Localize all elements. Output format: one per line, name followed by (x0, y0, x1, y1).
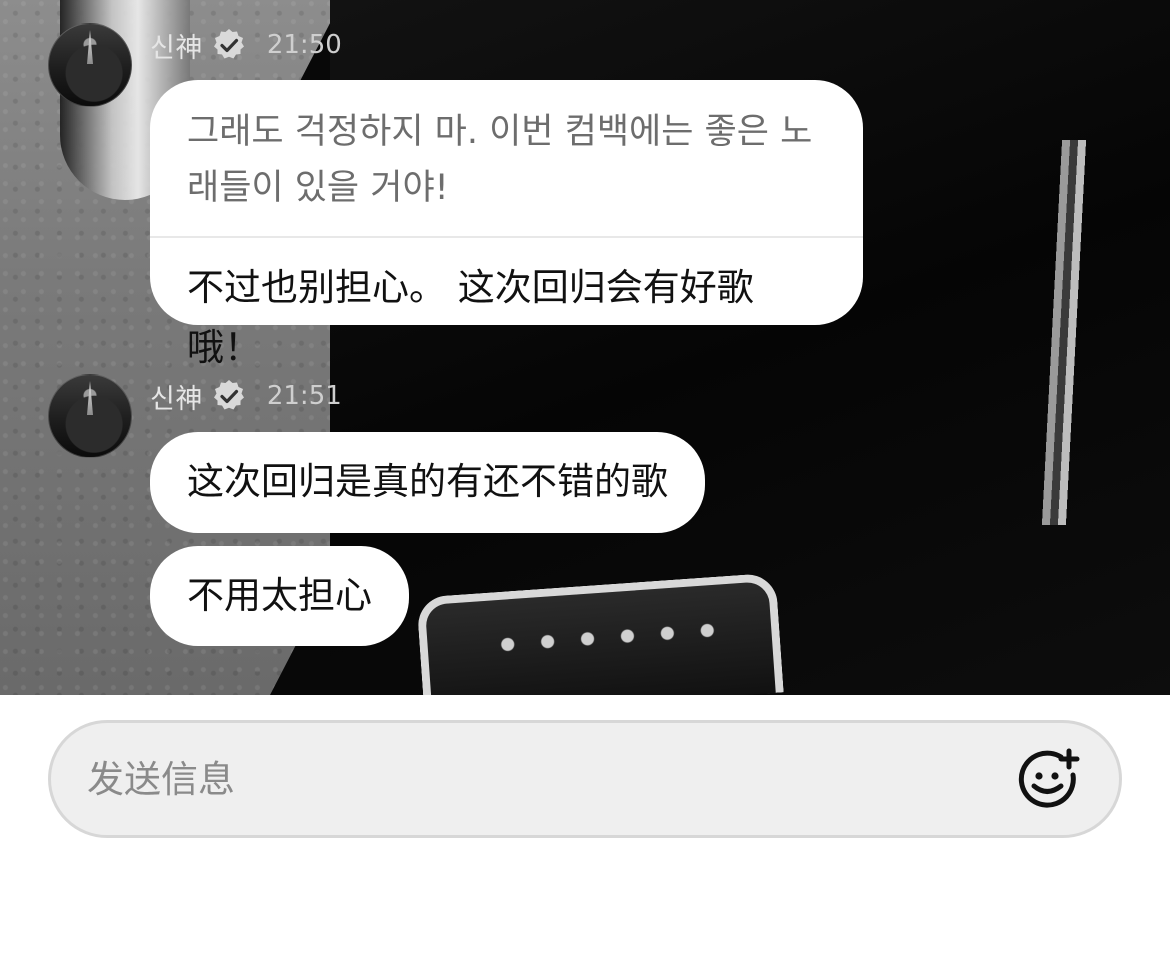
sender-name: 신神 (150, 32, 203, 64)
message-bubble-translated[interactable]: 그래도 걱정하지 마. 이번 컴백에는 좋은 노 래들이 있을 거야! 不过也别… (150, 80, 863, 369)
translated-text: 不过也别担心。 这次回归会有好歌哦！ (187, 266, 754, 369)
message-time: 21:51 (266, 381, 342, 411)
original-text-line: 그래도 걱정하지 마. 이번 컴백에는 좋은 노 (187, 112, 813, 152)
message-bubble[interactable]: 这次回归是真的有还不错的歌 (150, 432, 705, 533)
message-meta: 신神 21:50 (150, 25, 342, 65)
avatar[interactable] (48, 23, 132, 107)
sender-name: 신神 (150, 383, 203, 415)
verified-badge-icon (213, 380, 244, 410)
add-emoji-icon[interactable] (1017, 747, 1081, 811)
original-text-line: 래들이 있을 거야! (187, 168, 449, 208)
message-composer (48, 720, 1122, 838)
original-text: 그래도 걱정하지 마. 이번 컴백에는 좋은 노 래들이 있을 거야! (150, 80, 863, 238)
verified-badge-icon (213, 29, 244, 59)
message-meta: 신神 21:51 (150, 376, 342, 416)
message-time: 21:50 (266, 30, 342, 60)
message-input[interactable] (51, 723, 1017, 835)
avatar[interactable] (48, 374, 132, 458)
message-bubble[interactable]: 不用太担心 (150, 546, 409, 646)
